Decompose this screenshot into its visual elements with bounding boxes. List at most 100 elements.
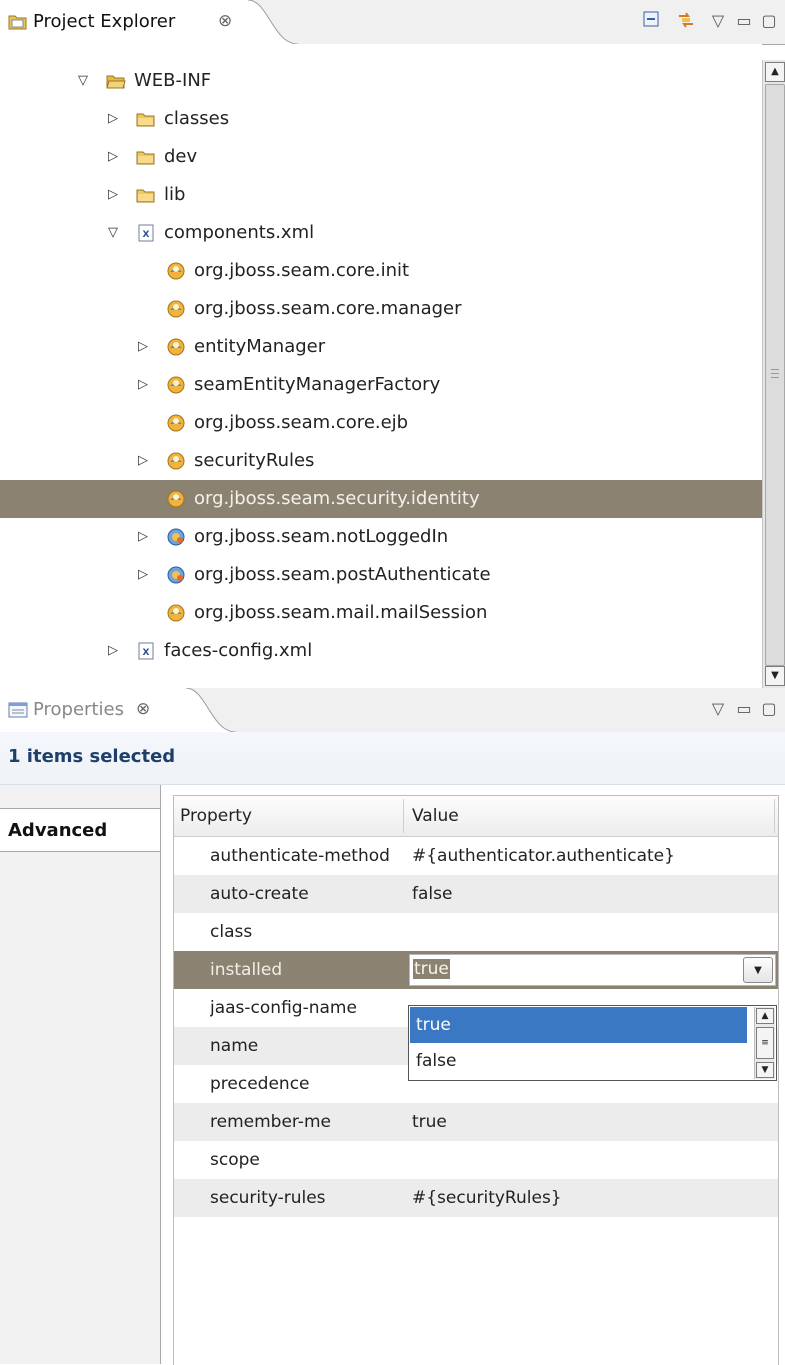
tab-advanced[interactable]: Advanced (0, 808, 160, 852)
property-name: security-rules (210, 1188, 326, 1208)
xml-file-icon: X (136, 223, 156, 243)
expand-arrow-icon[interactable]: ▷ (138, 530, 150, 544)
collapse-all-icon[interactable] (640, 10, 662, 32)
property-name: scope (210, 1150, 260, 1170)
tree-item-label: entityManager (194, 336, 326, 357)
scroll-down-icon[interactable]: ▼ (756, 1062, 774, 1078)
tree-item-label: org.jboss.seam.postAuthenticate (194, 564, 491, 585)
tree-item[interactable]: org.jboss.seam.core.manager (0, 290, 762, 328)
tree-scrollbar[interactable]: ▲ ▼ (762, 60, 785, 688)
property-value[interactable]: true (412, 1112, 447, 1132)
tree-item[interactable]: ▷ seamEntityManagerFactory (0, 366, 762, 404)
combo-value[interactable]: true (413, 959, 450, 979)
expand-arrow-icon[interactable]: ▷ (108, 644, 120, 658)
minimize-icon[interactable]: ▭ (733, 698, 755, 720)
dropdown-option-true[interactable]: true (410, 1007, 747, 1043)
expand-arrow-icon[interactable]: ▷ (108, 188, 120, 202)
tree-item[interactable]: ▷ classes (0, 100, 762, 138)
close-icon[interactable]: ⊗ (136, 699, 150, 719)
seam-event-icon (166, 527, 186, 547)
scroll-up-icon[interactable]: ▲ (756, 1008, 774, 1024)
tree-item[interactable]: ▷ lib (0, 176, 762, 214)
link-with-editor-icon[interactable] (675, 10, 697, 32)
tree-item[interactable]: ▷ org.jboss.seam.notLoggedIn (0, 518, 762, 556)
expand-arrow-icon[interactable]: ▷ (138, 568, 150, 582)
tree-item[interactable]: org.jboss.seam.core.ejb (0, 404, 762, 442)
project-tree[interactable]: ▽ WEB-INF ▷ classes ▷ dev ▷ lib ▽ Xcomponents.xml… (0, 44, 762, 686)
tree-item[interactable]: org.jboss.seam.security.identity (0, 480, 762, 518)
tree-item-label: WEB-INF (134, 70, 212, 91)
property-value[interactable]: false (412, 884, 452, 904)
property-name: installed (210, 960, 283, 980)
tree-item[interactable]: ▷ org.jboss.seam.postAuthenticate (0, 556, 762, 594)
folder-icon (136, 147, 156, 167)
view-menu-icon[interactable]: ▽ (707, 698, 729, 720)
property-row[interactable]: installed true ▼ (174, 951, 778, 989)
property-name: auto-create (210, 884, 309, 904)
property-name: name (210, 1036, 259, 1056)
selection-summary: 1 items selected (8, 746, 176, 767)
expand-arrow-icon[interactable]: ▷ (138, 454, 150, 468)
properties-title-bar: Properties ⊗ ▽ ▭ ▢ (0, 688, 785, 733)
maximize-icon[interactable]: ▢ (758, 698, 780, 720)
close-icon[interactable]: ⊗ (218, 11, 232, 31)
installed-combo-editor[interactable]: true ▼ (409, 954, 776, 986)
expand-arrow-icon[interactable]: ▷ (108, 112, 120, 126)
tree-item-label: org.jboss.seam.core.manager (194, 298, 462, 319)
tree-item-label: org.jboss.seam.core.ejb (194, 412, 409, 433)
scroll-thumb[interactable] (765, 84, 785, 666)
property-value[interactable]: #{securityRules} (412, 1188, 562, 1208)
property-row[interactable]: scope (174, 1141, 778, 1179)
tree-item-label: dev (164, 146, 198, 167)
properties-title: Properties (33, 699, 124, 720)
maximize-icon[interactable]: ▢ (758, 10, 780, 32)
dropdown-scrollbar[interactable]: ▲ ≡ ▼ (754, 1007, 775, 1079)
xml-file-icon: X (136, 641, 156, 661)
property-name: remember-me (210, 1112, 331, 1132)
column-header-property[interactable]: Property (180, 806, 252, 826)
tree-item[interactable]: ▷ Xfaces-config.xml (0, 632, 762, 670)
property-row[interactable]: authenticate-method #{authenticator.authe… (174, 837, 778, 875)
svg-text:X: X (143, 648, 150, 658)
expand-arrow-icon[interactable]: ▷ (108, 150, 120, 164)
expand-arrow-icon[interactable]: ▷ (138, 340, 150, 354)
minimize-icon[interactable]: ▭ (733, 10, 755, 32)
tab-project-explorer[interactable]: Project Explorer ⊗ (0, 0, 249, 44)
property-row[interactable]: class (174, 913, 778, 951)
column-header-value[interactable]: Value (412, 806, 459, 826)
expand-arrow-icon[interactable]: ▷ (138, 378, 150, 392)
dropdown-arrow-icon[interactable]: ▼ (743, 957, 773, 983)
tree-item-label: org.jboss.seam.security.identity (194, 488, 480, 509)
properties-icon (8, 702, 28, 718)
installed-dropdown-list[interactable]: true false ▲ ≡ ▼ (408, 1005, 777, 1081)
tab-properties[interactable]: Properties ⊗ (0, 688, 187, 732)
tree-item-label: org.jboss.seam.core.init (194, 260, 410, 281)
tree-item[interactable]: ▷ dev (0, 138, 762, 176)
tree-item[interactable]: ▽ WEB-INF (0, 62, 762, 100)
dropdown-option-false[interactable]: false (410, 1043, 747, 1079)
tree-item[interactable]: ▷ securityRules (0, 442, 762, 480)
folder-open-icon (106, 71, 126, 91)
property-row[interactable]: security-rules #{securityRules} (174, 1179, 778, 1217)
property-value[interactable]: #{authenticator.authenticate} (412, 846, 675, 866)
tree-item[interactable]: ▷ entityManager (0, 328, 762, 366)
tree-item[interactable]: ▽ Xcomponents.xml (0, 214, 762, 252)
tree-item-label: org.jboss.seam.notLoggedIn (194, 526, 449, 547)
tree-item[interactable]: org.jboss.seam.core.init (0, 252, 762, 290)
property-name: precedence (210, 1074, 310, 1094)
project-explorer-icon (8, 15, 27, 30)
tree-item-label: seamEntityManagerFactory (194, 374, 441, 395)
scroll-down-icon[interactable]: ▼ (765, 666, 785, 686)
view-menu-icon[interactable]: ▽ (707, 10, 729, 32)
tree-item[interactable]: org.jboss.seam.mail.mailSession (0, 594, 762, 632)
seam-component-icon (166, 261, 186, 281)
property-row[interactable]: remember-me true (174, 1103, 778, 1141)
scroll-up-icon[interactable]: ▲ (765, 62, 785, 82)
seam-component-icon (166, 299, 186, 319)
scroll-thumb[interactable]: ≡ (756, 1027, 774, 1059)
properties-tab-strip: Advanced (0, 785, 161, 1364)
folder-icon (136, 109, 156, 129)
collapse-arrow-icon[interactable]: ▽ (108, 226, 120, 240)
property-row[interactable]: auto-create false (174, 875, 778, 913)
collapse-arrow-icon[interactable]: ▽ (78, 74, 90, 88)
